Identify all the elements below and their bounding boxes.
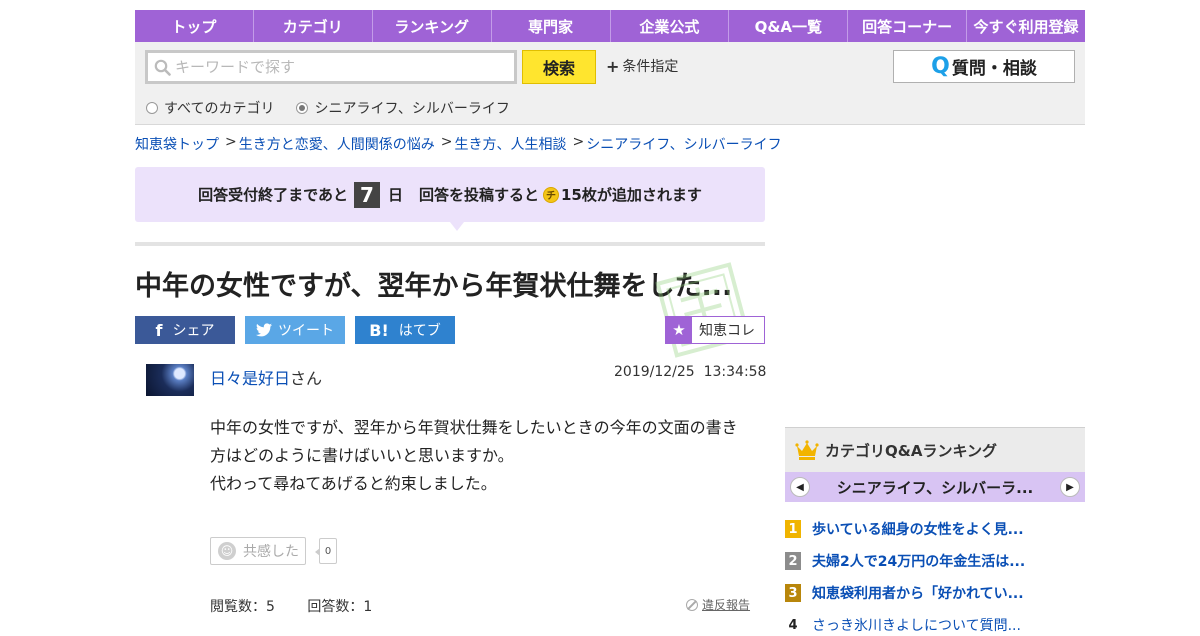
- search-box: [145, 50, 517, 84]
- plus-icon: +: [606, 56, 620, 76]
- nav-register[interactable]: 今すぐ利用登録: [967, 10, 1085, 42]
- post-date: 2019/12/25 13:34:58: [614, 364, 767, 380]
- report-label[interactable]: 違反報告: [702, 596, 750, 613]
- empathy-label: 共感した: [243, 544, 299, 560]
- breadcrumb-sep: >: [440, 134, 453, 150]
- empathy-count: 0: [315, 538, 337, 564]
- next-arrow-icon[interactable]: ▶: [1060, 477, 1080, 497]
- facebook-icon: f: [155, 320, 163, 340]
- search-button[interactable]: 検索: [522, 50, 596, 84]
- breadcrumb-life-love[interactable]: 生き方と恋愛、人間関係の悩み: [239, 134, 435, 154]
- divider: [135, 242, 765, 246]
- banner-prefix: 回答受付終了まであと: [198, 186, 348, 204]
- crown-icon: [795, 440, 819, 460]
- rank-badge: 2: [785, 552, 801, 570]
- ban-icon: [686, 598, 698, 611]
- smile-icon: ☺: [218, 542, 236, 560]
- question-body: 中年の女性ですが、翌年から年賀状仕舞をしたいときの今年の文面の書き 方はどのよう…: [210, 414, 755, 498]
- rank-badge: 3: [785, 584, 801, 602]
- radio-current-label: シニアライフ、シルバーライフ: [314, 101, 510, 117]
- resolved-stamp-icon: [655, 262, 751, 358]
- facebook-share-button[interactable]: f シェア: [135, 316, 235, 344]
- coin-icon: チ: [543, 186, 559, 203]
- search-panel: 検索 + 条件指定 Q 質問・相談 すべてのカテゴリ シニアライフ、シルバーライ…: [135, 42, 1085, 125]
- q-icon: Q: [931, 54, 950, 79]
- facebook-label: シェア: [172, 323, 215, 339]
- twitter-label: ツイート: [278, 323, 334, 339]
- radio-all-label: すべてのカテゴリ: [164, 101, 275, 117]
- chiecolle-button[interactable]: ★ 知恵コレ: [665, 316, 765, 344]
- rank-badge: 1: [785, 520, 801, 538]
- questioner-name[interactable]: 日々是好日: [210, 369, 290, 388]
- twitter-icon: [256, 323, 272, 337]
- questioner: 日々是好日さん: [210, 365, 322, 389]
- condition-link[interactable]: + 条件指定: [606, 56, 678, 76]
- question-body-line: 代わって尋ねてあげると約束しました。: [210, 474, 497, 493]
- breadcrumb-top[interactable]: 知恵袋トップ: [135, 134, 219, 154]
- honorific: さん: [290, 369, 323, 388]
- question-body-line: 中年の女性ですが、翌年から年賀状仕舞をしたいときの今年の文面の書き: [210, 418, 738, 437]
- banner-middle: 回答を投稿すると: [418, 186, 539, 204]
- ranking-item-title[interactable]: さっき氷川きよしについて質問...: [812, 615, 1021, 635]
- ranking-header: カテゴリQ&Aランキング: [785, 427, 1085, 472]
- hatena-icon: B!: [369, 320, 389, 340]
- ranking-title: カテゴリQ&Aランキング: [825, 441, 997, 460]
- search-input[interactable]: [175, 58, 505, 76]
- banner-suffix: 15枚が追加されます: [561, 186, 702, 204]
- ranking-item[interactable]: 2 夫婦2人で24万円の年金生活は...: [785, 550, 1085, 572]
- ranking-category-selector: ◀ シニアライフ、シルバーラ... ▶: [785, 472, 1085, 502]
- nav-official[interactable]: 企業公式: [611, 10, 730, 42]
- ranking-item[interactable]: 4 さっき氷川きよしについて質問...: [785, 614, 1085, 636]
- answer-count: 回答数：1: [307, 599, 373, 615]
- question-stats: 閲覧数：5 回答数：1: [210, 596, 400, 616]
- nav-answer-corner[interactable]: 回答コーナー: [848, 10, 968, 42]
- ranking-item-title[interactable]: 夫婦2人で24万円の年金生活は...: [812, 551, 1025, 571]
- breadcrumb-senior-life[interactable]: シニアライフ、シルバーライフ: [586, 134, 781, 154]
- breadcrumb-life-advice[interactable]: 生き方、人生相談: [454, 134, 566, 154]
- ask-question-label: 質問・相談: [951, 59, 1037, 79]
- banner-pointer: [450, 222, 464, 231]
- radio-all-categories[interactable]: [146, 102, 158, 114]
- deadline-banner: 回答受付終了まであと 7 日 回答を投稿すると チ 15枚が追加されます: [135, 167, 765, 222]
- breadcrumb: 知恵袋トップ > 生き方と恋愛、人間関係の悩み > 生き方、人生相談 > シニア…: [135, 134, 782, 154]
- search-icon: [154, 59, 171, 76]
- nav-category[interactable]: カテゴリ: [254, 10, 373, 42]
- breadcrumb-sep: >: [572, 134, 585, 150]
- breadcrumb-sep: >: [225, 134, 237, 150]
- days-remaining: 7: [353, 181, 380, 208]
- nav-qa-list[interactable]: Q&A一覧: [729, 10, 849, 42]
- twitter-share-button[interactable]: ツイート: [245, 316, 345, 344]
- nav-ranking[interactable]: ランキング: [373, 10, 492, 42]
- radio-current-category[interactable]: [296, 102, 309, 114]
- nav-top[interactable]: トップ: [135, 10, 254, 42]
- ranking-item-title[interactable]: 知恵袋利用者から「好かれてい...: [812, 583, 1024, 603]
- category-scope: すべてのカテゴリ シニアライフ、シルバーライフ: [146, 98, 532, 118]
- ranking-item[interactable]: 3 知恵袋利用者から「好かれてい...: [785, 582, 1085, 604]
- condition-label: 条件指定: [622, 59, 679, 75]
- star-icon: ★: [666, 317, 692, 343]
- prev-arrow-icon[interactable]: ◀: [790, 477, 810, 497]
- view-count: 閲覧数：5: [210, 599, 275, 615]
- ask-question-button[interactable]: Q 質問・相談: [893, 50, 1075, 83]
- report-link[interactable]: 違反報告: [686, 596, 750, 613]
- chiecolle-label: 知恵コレ: [699, 323, 755, 339]
- hatena-bookmark-button[interactable]: B! はてブ: [355, 316, 455, 344]
- days-unit: 日: [387, 186, 403, 204]
- ranking-category: シニアライフ、シルバーラ...: [836, 478, 1034, 497]
- avatar[interactable]: [146, 364, 194, 396]
- question-body-line: 方はどのように書けばいいと思いますか。: [210, 446, 514, 465]
- ranking-item[interactable]: 1 歩いている細身の女性をよく見...: [785, 518, 1085, 540]
- rank-badge: 4: [785, 616, 801, 634]
- empathy-button[interactable]: ☺ 共感した: [210, 537, 306, 565]
- nav-experts[interactable]: 専門家: [492, 10, 611, 42]
- hatena-label: はてブ: [398, 323, 441, 339]
- ranking-item-title[interactable]: 歩いている細身の女性をよく見...: [812, 519, 1024, 539]
- global-nav: トップ カテゴリ ランキング 専門家 企業公式 Q&A一覧 回答コーナー 今すぐ…: [135, 10, 1085, 42]
